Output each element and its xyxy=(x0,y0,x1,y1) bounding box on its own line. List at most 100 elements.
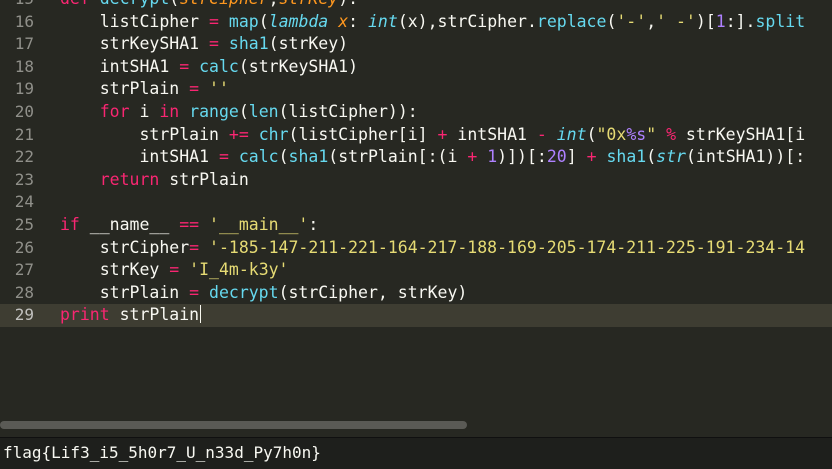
code-token: '' xyxy=(209,79,229,99)
code-token: strPlain xyxy=(159,169,249,189)
code-line[interactable]: 29 print strPlain xyxy=(0,304,832,327)
code-token: sha1 xyxy=(228,34,269,54)
code-token: intSHA1 xyxy=(447,124,537,144)
code-line[interactable]: 28 strPlain = decrypt(strCipher, strKey) xyxy=(0,282,832,305)
code-token: 'I_4m-k3y' xyxy=(189,260,289,280)
line-number: 24 xyxy=(14,192,34,212)
code-token: + xyxy=(586,147,597,167)
code-token: = xyxy=(189,237,200,257)
line-number: 23 xyxy=(14,169,34,189)
line-number: 28 xyxy=(14,282,34,302)
code-token: = xyxy=(169,260,180,280)
code-line[interactable]: 15 def decrypt(strCipher,strKey): xyxy=(0,0,832,11)
output-panel: flag{Lif3_i5_5h0r7_U_n33d_Py7h0n} xyxy=(0,437,832,469)
code-token: = xyxy=(209,34,219,54)
code-token: sha1 xyxy=(288,147,329,167)
code-token: strKey xyxy=(60,260,170,280)
code-token: i xyxy=(129,101,160,121)
code-editor[interactable]: 15def decrypt(strCipher,strKey):16 listC… xyxy=(0,0,832,418)
code-token: = xyxy=(189,282,200,302)
code-text: strKey = 'I_4m-k3y' xyxy=(60,259,289,282)
code-token: == xyxy=(179,214,200,234)
line-number: 29 xyxy=(14,305,34,325)
code-token: ( xyxy=(258,11,269,31)
code-token: int xyxy=(368,11,398,31)
code-token: ( xyxy=(169,0,179,8)
code-line[interactable]: 20 for i in range(len(listCipher)): xyxy=(0,101,832,124)
code-token: (strKeySHA1) xyxy=(238,56,359,76)
code-token: def xyxy=(60,0,100,8)
code-token: (listCipher[i] xyxy=(288,124,438,144)
code-token: print xyxy=(60,305,110,325)
code-line[interactable]: 18 intSHA1 = calc(strKeySHA1) xyxy=(0,56,832,79)
code-line[interactable]: 24 xyxy=(0,191,832,214)
code-token: split xyxy=(755,11,806,31)
code-token: %s xyxy=(626,124,647,144)
code-token: )])[: xyxy=(497,147,547,167)
code-token: in xyxy=(159,101,180,121)
code-line[interactable]: 22 intSHA1 = calc(sha1(strPlain[:(i + 1)… xyxy=(0,146,832,169)
code-token: '__main__' xyxy=(209,214,309,234)
code-text: strCipher= '-185-147-211-221-164-217-188… xyxy=(60,237,805,260)
code-token: strCipher xyxy=(60,237,190,257)
code-token: strPlain xyxy=(60,124,229,144)
code-token: + xyxy=(437,124,448,144)
code-token: 1 xyxy=(715,11,726,31)
code-token: range xyxy=(189,101,239,121)
code-token: strPlain xyxy=(109,305,200,325)
code-token: decrypt xyxy=(209,282,279,302)
code-token: 20 xyxy=(546,147,567,167)
line-number: 17 xyxy=(14,34,34,54)
code-token: , xyxy=(269,0,279,8)
code-line[interactable]: 27 strKey = 'I_4m-k3y' xyxy=(0,259,832,282)
code-line[interactable]: 21 strPlain += chr(listCipher[i] + intSH… xyxy=(0,124,832,147)
code-text: for i in range(len(listCipher)): xyxy=(60,101,418,124)
code-line[interactable]: 26 strCipher= '-185-147-211-221-164-217-… xyxy=(0,237,832,260)
code-token: for xyxy=(99,101,130,121)
code-token: strPlain xyxy=(60,282,190,302)
line-number: 20 xyxy=(14,101,34,121)
code-token: :]. xyxy=(725,11,756,31)
horizontal-scrollbar[interactable] xyxy=(0,418,832,432)
line-number: 15 xyxy=(0,0,34,11)
code-token: ( xyxy=(238,101,249,121)
code-token: (strKey) xyxy=(268,34,349,54)
code-token: x xyxy=(338,11,349,31)
code-token: " xyxy=(646,124,657,144)
scrollbar-thumb[interactable] xyxy=(0,421,467,429)
code-token: if xyxy=(60,214,80,234)
line-number: 25 xyxy=(14,214,34,234)
code-line[interactable]: 25 if __name__ == '__main__': xyxy=(0,214,832,237)
code-token: = xyxy=(179,56,190,76)
code-token: ( xyxy=(646,147,657,167)
code-token: : xyxy=(308,214,319,234)
code-line[interactable]: 17 strKeySHA1 = sha1(strKey) xyxy=(0,33,832,56)
code-token: ( xyxy=(586,124,597,144)
code-token: lambda xyxy=(268,11,329,31)
line-number: 18 xyxy=(14,56,34,76)
code-line[interactable]: 16 listCipher = map(lambda x: int(x),str… xyxy=(0,11,832,34)
code-token: calc xyxy=(238,147,279,167)
code-text: strPlain = '' xyxy=(60,78,229,101)
code-line[interactable]: 23 return strPlain xyxy=(0,169,832,192)
line-number: 26 xyxy=(14,237,34,257)
code-line[interactable]: 19 strPlain = '' xyxy=(0,78,832,101)
code-token: , xyxy=(646,11,657,31)
code-token: (strPlain[:(i xyxy=(328,147,468,167)
code-token: (listCipher)): xyxy=(278,101,418,121)
code-token: map xyxy=(228,11,259,31)
code-token: ): xyxy=(338,0,358,8)
code-text: print strPlain xyxy=(60,304,202,327)
code-text: intSHA1 = calc(strKeySHA1) xyxy=(60,56,358,79)
code-token: strCipher xyxy=(179,0,268,8)
